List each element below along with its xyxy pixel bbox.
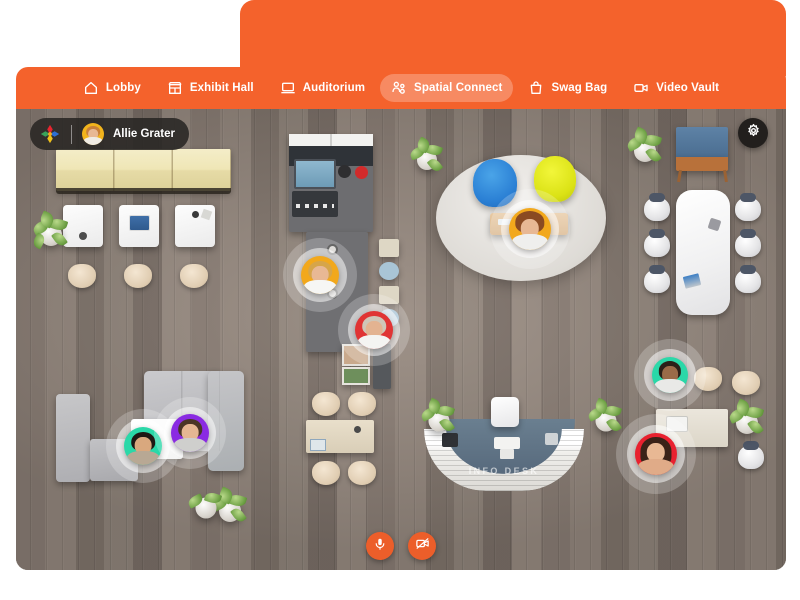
stove-knobs [296, 204, 334, 208]
desk-1-object [79, 232, 87, 240]
bench-base-shadow [56, 188, 231, 194]
counter-divider [330, 134, 332, 146]
user-avatar [82, 123, 104, 145]
info-desk-keyboard [500, 449, 514, 459]
info-desk-item-right [545, 433, 558, 445]
plant-kitchen-right [408, 136, 446, 181]
chair-tan-1 [68, 264, 96, 288]
conference-chair-r1 [735, 197, 761, 221]
right-desk-chair-c [738, 445, 764, 469]
store-icon [167, 80, 183, 96]
plant-right-lower [726, 398, 768, 445]
microphone-button[interactable] [366, 532, 394, 560]
bench-seams [56, 149, 231, 191]
kettle-icon [338, 165, 351, 178]
avatar [635, 433, 677, 475]
conference-table [676, 190, 730, 315]
chair-tan-3 [180, 264, 208, 288]
nav-label-spatial-connect: Spatial Connect [414, 82, 503, 94]
nav-item-spatial-connect[interactable]: Spatial Connect [380, 74, 514, 102]
participant-pod-curly-man[interactable] [490, 189, 570, 269]
plant-info-desk-left [419, 397, 459, 442]
plant-top-right [624, 126, 666, 173]
conference-chair-r3 [735, 269, 761, 293]
stool-square-1 [379, 239, 399, 257]
nav-item-exhibit-hall[interactable]: Exhibit Hall [156, 74, 265, 102]
participant-pod-red-woman[interactable] [616, 414, 696, 494]
table-chair-bottom-left [312, 461, 340, 485]
user-name: Allie Grater [113, 128, 175, 140]
participant-pod-green-woman[interactable] [634, 339, 706, 411]
avatar [652, 357, 688, 393]
nav-label-swag-bag: Swag Bag [551, 82, 608, 94]
table-book [310, 439, 326, 451]
home-icon [83, 80, 99, 96]
laptop-icon [280, 80, 296, 96]
info-desk-label: INFO DESK [468, 466, 540, 476]
desk-3-mug [192, 211, 199, 218]
camera-button[interactable] [408, 532, 436, 560]
plant-top-left [30, 210, 72, 256]
video-icon [633, 80, 649, 96]
nav-label-auditorium: Auditorium [302, 82, 366, 94]
table-chair-top-left [312, 392, 340, 416]
participant-pod-purple-man[interactable] [154, 397, 226, 469]
conference-chair-r2 [735, 233, 761, 257]
people-icon [391, 80, 407, 96]
participant-pod-older-man[interactable] [338, 294, 410, 366]
app-window: Lobby Exhibit Hall Auditorium Spatial Co… [0, 0, 800, 600]
nav-item-auditorium[interactable]: Auditorium [269, 74, 376, 102]
table-chair-top-right [348, 392, 376, 416]
microphone-icon [373, 537, 387, 556]
info-desk-monitor [494, 437, 520, 449]
chair-tan-2 [124, 264, 152, 288]
conference-chair-l2 [644, 233, 670, 257]
info-desk-chair [491, 397, 519, 427]
wall-art-panel-2 [342, 367, 370, 385]
sink-basin [294, 159, 336, 189]
user-badge[interactable]: Allie Grater [30, 118, 189, 150]
camera-off-icon [415, 536, 430, 556]
main-navigation: Lobby Exhibit Hall Auditorium Spatial Co… [16, 67, 786, 109]
tv-screen [676, 127, 728, 158]
settings-button[interactable] [738, 118, 768, 148]
nav-item-video-vault[interactable]: Video Vault [622, 74, 730, 102]
nav-label-video-vault: Video Vault [656, 82, 720, 94]
nav-item-swag-bag[interactable]: Swag Bag [517, 74, 618, 102]
bag-icon [528, 80, 544, 96]
sofa-left-seat [56, 394, 90, 482]
stool-round-1 [379, 262, 399, 280]
tv-stand [676, 157, 728, 171]
plant-bottom-center [186, 487, 226, 529]
nav-label-lobby: Lobby [105, 82, 141, 94]
right-desk-chair-b [732, 371, 760, 395]
table-small-item [354, 426, 361, 433]
conference-chair-l1 [644, 197, 670, 221]
laptop-on-desk-2 [129, 215, 150, 231]
brand-logo-icon [39, 123, 61, 145]
spatial-map[interactable]: INFO DESK Allie Grater [16, 109, 786, 570]
avatar [509, 208, 551, 250]
nav-item-lobby[interactable]: Lobby [72, 74, 152, 102]
red-pot-icon [355, 166, 368, 179]
avatar [171, 414, 209, 452]
gear-icon [746, 123, 761, 143]
conference-chair-l3 [644, 269, 670, 293]
nav-label-exhibit-hall: Exhibit Hall [189, 82, 254, 94]
badge-divider [71, 124, 72, 144]
av-controls [366, 532, 436, 560]
avatar [301, 256, 339, 294]
avatar [355, 311, 393, 349]
table-chair-bottom-right [348, 461, 376, 485]
